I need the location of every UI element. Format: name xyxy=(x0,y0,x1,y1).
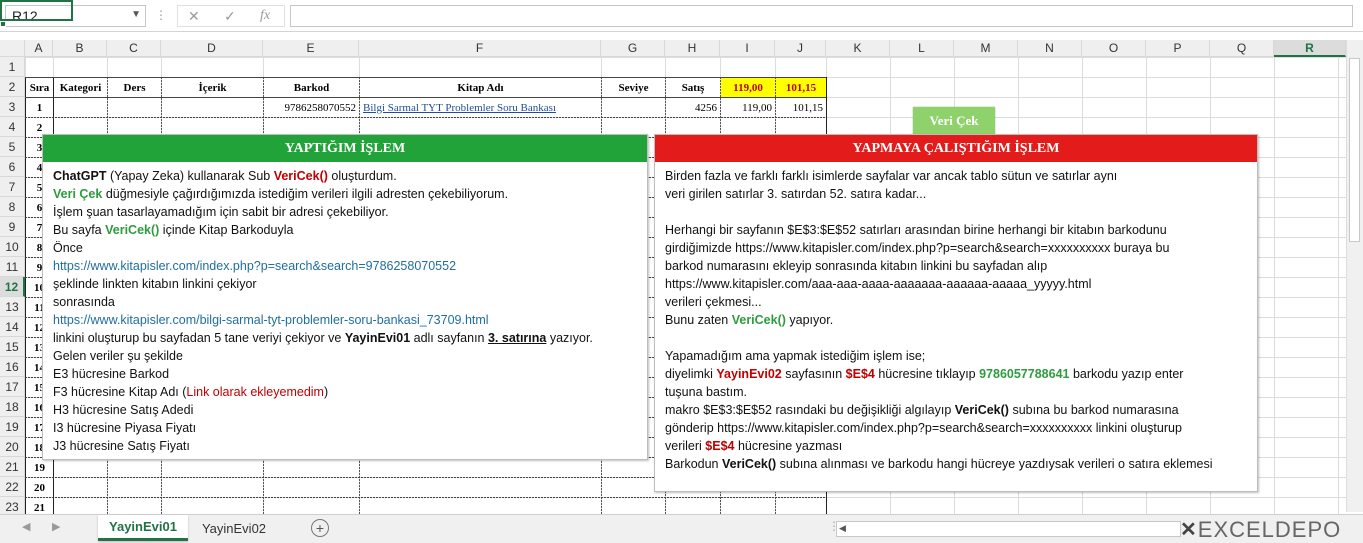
header-icerik[interactable]: İçerik xyxy=(162,78,263,97)
tab-prev-icon[interactable]: ◀ xyxy=(22,520,30,533)
right-panel-title: YAPMAYA ÇALIŞTIĞIM İŞLEM xyxy=(655,135,1257,162)
right-line-14: verileri $E$4 hücresine yazması xyxy=(665,439,843,453)
right-line-11: tuşuna bastım. xyxy=(665,385,747,399)
tab-next-icon[interactable]: ▶ xyxy=(52,520,60,533)
left-panel-title: YAPTIĞIM İŞLEM xyxy=(43,135,647,162)
sheet-tabs-bar: ◀ ▶ YayinEvi01 YayinEvi02 + ⋮ ◀ ✕ EXCELD… xyxy=(0,514,1363,543)
left-line-5: Önce xyxy=(53,241,83,255)
right-line-8: Bunu zaten VeriCek() yapıyor. xyxy=(665,313,834,327)
left-line-14: H3 hücresine Satış Adedi xyxy=(53,403,194,417)
header-piyasa-fiyati[interactable]: 119,00 xyxy=(721,78,775,97)
right-line-5: barkod numarasını ekleyip sonrasında kit… xyxy=(665,259,1048,273)
right-line-13: gönderip https://www.kitapisler.com/inde… xyxy=(665,421,1182,435)
cell-f3[interactable]: Bilgi Sarmal TYT Problemler Soru Bankası xyxy=(360,98,601,117)
right-line-1: Birden fazla ve farklı farklı isimlerde … xyxy=(665,169,1118,183)
left-line-8: sonrasında xyxy=(53,295,115,309)
add-sheet-icon[interactable]: + xyxy=(311,519,329,537)
header-ders[interactable]: Ders xyxy=(108,78,161,97)
right-line-12: makro $E$3:$E$52 rasındaki bu değişikliğ… xyxy=(665,403,1179,417)
left-line-12: E3 hücresine Barkod xyxy=(53,367,170,381)
cell-h3[interactable]: 4256 xyxy=(666,98,720,117)
right-info-panel: YAPMAYA ÇALIŞTIĞIM İŞLEM Birden fazla ve… xyxy=(654,134,1258,492)
header-barkod[interactable]: Barkod xyxy=(264,78,359,97)
header-kategori[interactable]: Kategori xyxy=(54,78,107,97)
cell-j3[interactable]: 101,15 xyxy=(776,98,826,117)
left-line-10: linkini oluşturup bu sayfadan 5 tane ver… xyxy=(53,331,593,345)
veri-cek-button[interactable]: Veri Çek xyxy=(913,107,995,135)
left-line-13: F3 hücresine Kitap Adı (Link olarak ekle… xyxy=(53,385,329,399)
left-search-url: https://www.kitapisler.com/index.php?p=s… xyxy=(53,259,457,273)
tab-yayinevi01[interactable]: YayinEvi01 xyxy=(98,515,188,541)
left-line-11: Gelen veriler şu şekilde xyxy=(53,349,183,363)
left-line-1: ChatGPT (Yapay Zeka) kullanarak Sub Veri… xyxy=(53,169,397,183)
right-line-9: Yapamadığım ama yapmak istediğim işlem i… xyxy=(665,349,926,363)
left-line-2: Veri Çek düğmesiyle çağırdığımızda isted… xyxy=(53,187,509,201)
left-info-panel: YAPTIĞIM İŞLEM ChatGPT (Yapay Zeka) kull… xyxy=(42,134,648,460)
scroll-left-icon[interactable]: ◀ xyxy=(839,523,846,534)
header-satis-fiyati[interactable]: 101,15 xyxy=(776,78,826,97)
header-sira[interactable]: Sıra xyxy=(26,78,53,97)
header-kitap-adi[interactable]: Kitap Adı xyxy=(360,78,601,97)
header-seviye[interactable]: Seviye xyxy=(602,78,665,97)
left-line-3: İşlem şuan tasarlayamadığım için sabit b… xyxy=(53,205,389,219)
cell-e3[interactable]: 9786258070552 xyxy=(264,98,359,117)
right-line-6: https://www.kitapisler.com/aaa-aaa-aaaa-… xyxy=(665,277,1092,291)
horizontal-scrollbar[interactable]: ◀ xyxy=(836,521,1181,537)
tab-yayinevi02[interactable]: YayinEvi02 xyxy=(190,515,278,541)
right-line-2: veri girilen satırlar 3. satırdan 52. sa… xyxy=(665,187,927,201)
left-line-16: J3 hücresine Satış Fiyatı xyxy=(53,439,190,453)
sira-cell[interactable]: 19 xyxy=(26,458,53,477)
right-line-3: Herhangi bir sayfanın $E$3:$E$52 satırla… xyxy=(665,223,1167,237)
vertical-scroll-thumb[interactable] xyxy=(1349,58,1360,242)
watermark-logo: ✕ EXCELDEPO xyxy=(1180,516,1342,542)
cell-a3[interactable]: 1 xyxy=(26,98,53,117)
header-satis[interactable]: Satış xyxy=(666,78,720,97)
spreadsheet-grid[interactable]: A B C D E F G H I J K L M N O P Q R 1 2 3 4 5 6 7 8 9 10 11 12 13 14 15 1… xyxy=(0,0,1346,534)
veri-cek-button-label: Veri Çek xyxy=(929,113,979,128)
left-line-7: şeklinde linkten kitabın linkini çekiyor xyxy=(53,277,257,291)
left-line-4: Bu sayfa VeriCek() içinde Kitap Barkoduy… xyxy=(53,223,294,237)
right-line-4: girdiğimizde https://www.kitapisler.com/… xyxy=(665,241,1170,255)
left-book-url: https://www.kitapisler.com/bilgi-sarmal-… xyxy=(53,313,489,327)
right-line-10: diyelimki YayinEvi02 sayfasının $E$4 hüc… xyxy=(665,367,1184,381)
sira-cell[interactable]: 20 xyxy=(26,478,53,497)
watermark-text: EXCELDEPO xyxy=(1197,516,1342,542)
left-line-15: I3 hücresine Piyasa Fiyatı xyxy=(53,421,197,435)
right-line-7: verileri çekmesi... xyxy=(665,295,762,309)
right-line-15: Barkodun VeriCek() subına alınması ve ba… xyxy=(665,457,1213,471)
cell-i3[interactable]: 119,00 xyxy=(721,98,775,117)
